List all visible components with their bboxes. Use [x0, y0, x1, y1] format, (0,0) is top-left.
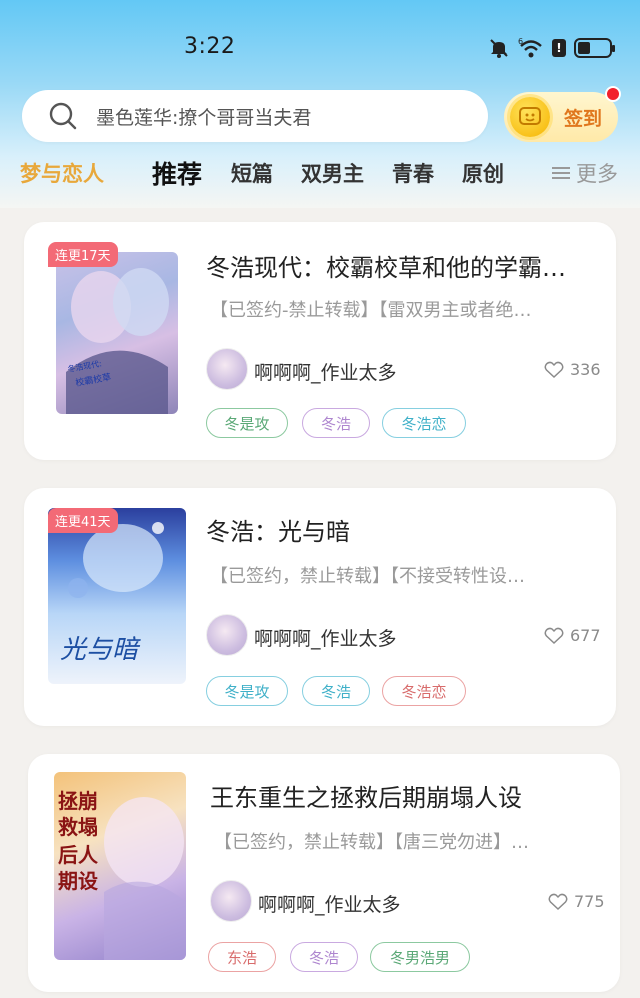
likes-count[interactable]: 775 [548, 892, 605, 911]
tag[interactable]: 冬浩 [290, 942, 358, 972]
tab-recommend[interactable]: 推荐 [152, 155, 202, 191]
svg-text:拯崩: 拯崩 [58, 789, 98, 813]
heart-icon [544, 627, 564, 644]
likes-value: 336 [570, 360, 601, 379]
tag[interactable]: 东浩 [208, 942, 276, 972]
author-avatar[interactable] [206, 614, 248, 656]
signin-button[interactable]: 签到 [504, 92, 618, 142]
book-cover[interactable]: 拯崩 救塌 后人 期设 [54, 772, 186, 960]
book-cover[interactable]: 冬浩现代: 校霸校草 [56, 252, 178, 414]
heart-icon [548, 893, 568, 910]
status-bar: 3:22 6 ! [0, 0, 640, 90]
book-description: 【已签约，禁止转载】【不接受转性设… [210, 566, 525, 587]
cover-title: 光与暗 [60, 635, 141, 665]
likes-count[interactable]: 336 [544, 360, 601, 379]
book-card[interactable]: 冬浩现代: 校霸校草 连更17天 冬浩现代：校霸校草和他的学霸… 【已签约-禁止… [24, 222, 616, 460]
search-placeholder: 墨色莲华:撩个哥哥当夫君 [96, 106, 312, 129]
book-description: 【已签约-禁止转载】【雷双男主或者绝… [210, 300, 532, 321]
tag[interactable]: 冬是攻 [206, 408, 288, 438]
search-bar[interactable]: 墨色莲华:撩个哥哥当夫君 [22, 90, 488, 142]
battery-icon [574, 38, 615, 58]
tab-double-male[interactable]: 双男主 [301, 158, 364, 188]
heart-icon [544, 361, 564, 378]
author-avatar[interactable] [206, 348, 248, 390]
network-type-label: 6 [518, 37, 523, 46]
alert-icon: ! [552, 39, 566, 57]
tab-youth[interactable]: 青春 [392, 158, 434, 188]
smile-face-icon [510, 97, 550, 137]
book-title[interactable]: 冬浩现代：校霸校草和他的学霸… [206, 248, 600, 283]
tag[interactable]: 冬浩恋 [382, 676, 466, 706]
status-icons: 6 ! [488, 36, 615, 60]
tag[interactable]: 冬浩恋 [382, 408, 466, 438]
author-name[interactable]: 啊啊啊_作业太多 [254, 624, 397, 651]
tag[interactable]: 冬是攻 [206, 676, 288, 706]
book-description: 【已签约，禁止转载】【唐三党勿进】… [214, 832, 529, 853]
tab-more-label: 更多 [576, 162, 618, 186]
update-streak-badge: 连更17天 [48, 242, 118, 267]
book-title[interactable]: 王东重生之拯救后期崩塌人设 [210, 778, 604, 813]
author-avatar[interactable] [210, 880, 252, 922]
status-time: 3:22 [184, 34, 236, 59]
likes-count[interactable]: 677 [544, 626, 601, 645]
tag[interactable]: 冬浩 [302, 408, 370, 438]
svg-text:期设: 期设 [58, 869, 98, 893]
notification-dot [605, 86, 621, 102]
mute-bell-icon [490, 39, 508, 58]
book-title[interactable]: 冬浩：光与暗 [206, 512, 600, 547]
likes-value: 775 [574, 892, 605, 911]
category-tabs: 梦与恋人 推荐 短篇 双男主 青春 原创 更多 [0, 158, 640, 202]
tag[interactable]: 冬浩 [302, 676, 370, 706]
author-name[interactable]: 啊啊啊_作业太多 [258, 890, 401, 917]
tab-original[interactable]: 原创 [462, 158, 504, 188]
tab-brand[interactable]: 梦与恋人 [20, 158, 104, 188]
tab-more[interactable]: 更多 [552, 158, 618, 188]
book-card[interactable]: 光与暗 连更41天 冬浩：光与暗 【已签约，禁止转载】【不接受转性设… 啊啊啊_… [24, 488, 616, 726]
book-card[interactable]: 拯崩 救塌 后人 期设 王东重生之拯救后期崩塌人设 【已签约，禁止转载】【唐三党… [28, 754, 620, 992]
wifi-icon: 6 [518, 37, 542, 58]
tag[interactable]: 冬男浩男 [370, 942, 470, 972]
update-streak-badge: 连更41天 [48, 508, 118, 533]
search-icon [49, 102, 77, 130]
signin-label: 签到 [564, 107, 603, 130]
book-cover[interactable]: 光与暗 [48, 508, 186, 684]
svg-text:后人: 后人 [58, 843, 99, 867]
menu-lines-icon [552, 166, 570, 180]
svg-text:救塌: 救塌 [58, 815, 98, 839]
author-name[interactable]: 啊啊啊_作业太多 [254, 358, 397, 385]
tab-short[interactable]: 短篇 [231, 158, 273, 188]
likes-value: 677 [570, 626, 601, 645]
